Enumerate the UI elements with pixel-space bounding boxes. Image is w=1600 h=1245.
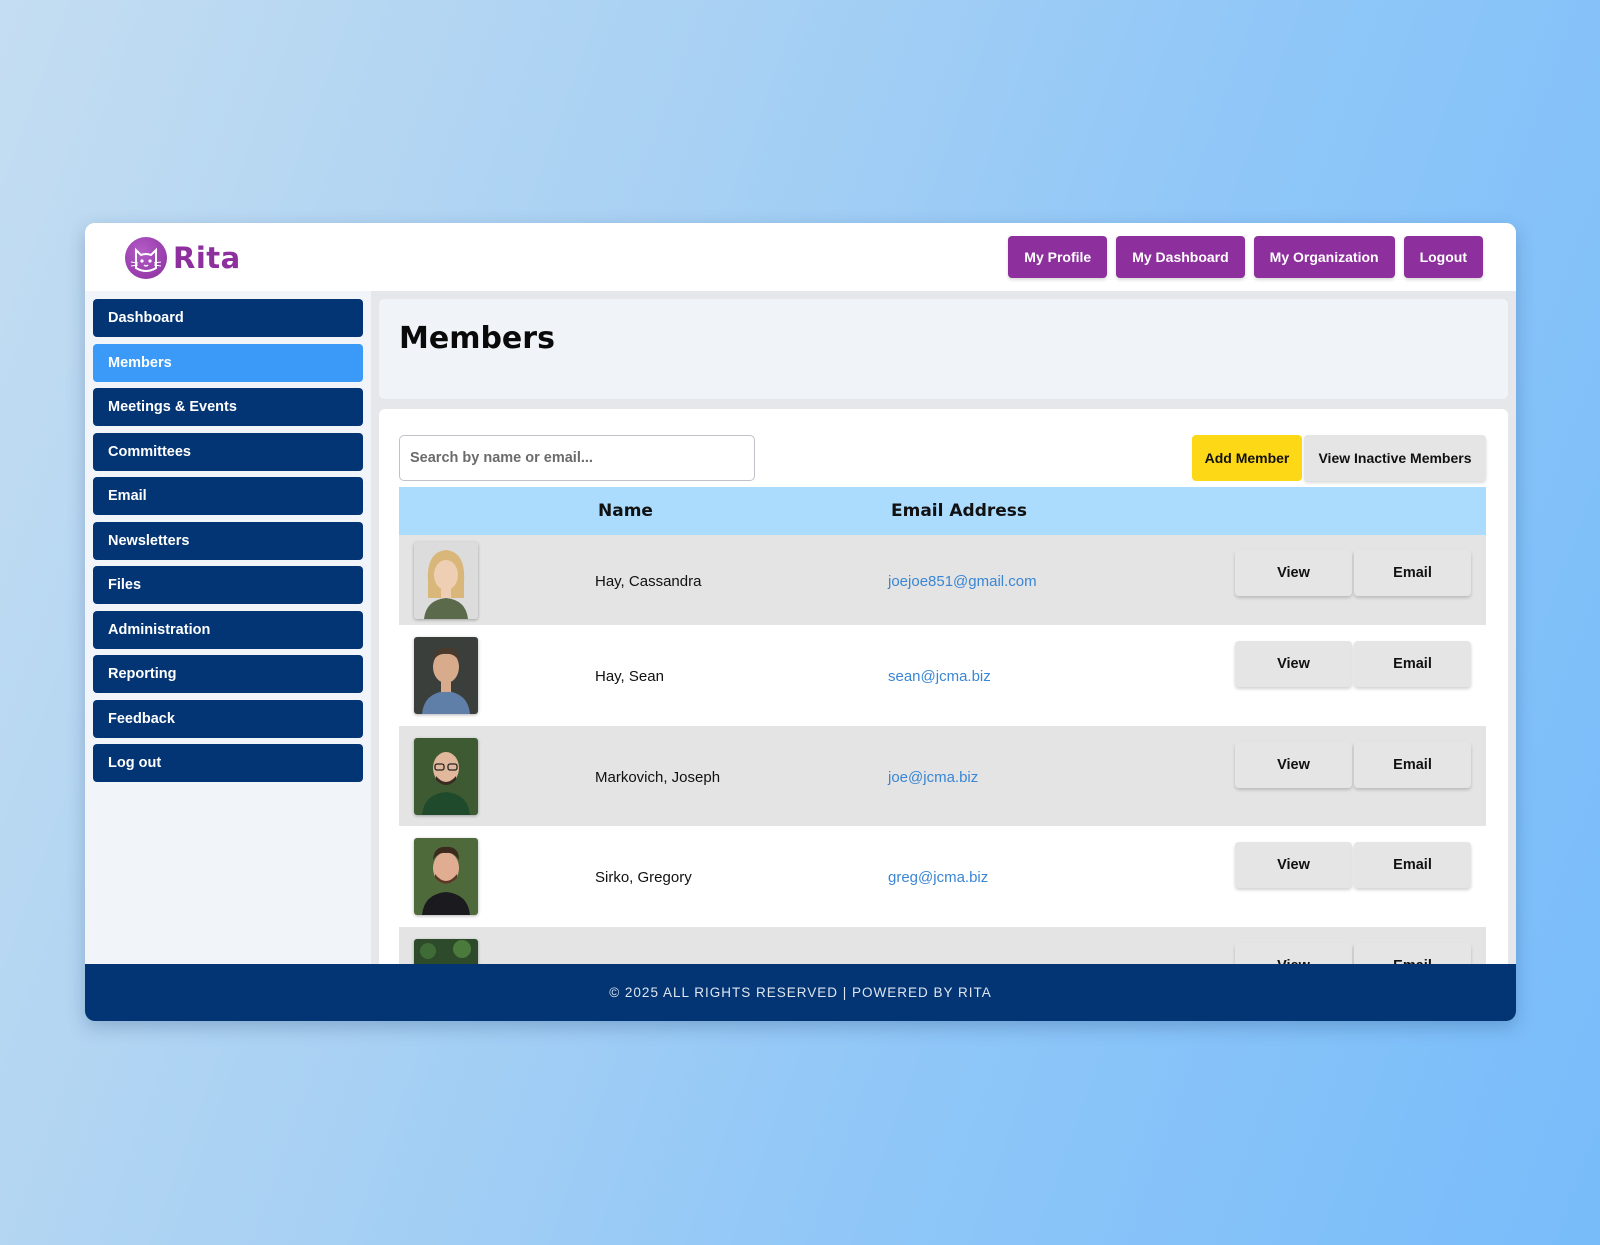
sidebar-item-files[interactable]: Files [93, 566, 363, 604]
view-button[interactable]: View [1235, 641, 1352, 687]
member-email-link[interactable]: joe@jcma.biz [888, 769, 978, 786]
sidebar-item-log-out[interactable]: Log out [93, 744, 363, 782]
sidebar-item-reporting[interactable]: Reporting [93, 655, 363, 693]
member-email-link[interactable]: joejoe851@gmail.com [888, 573, 1037, 590]
cat-logo-icon [125, 236, 167, 279]
table-row: Markovich, Joseph joe@jcma.biz View Emai… [399, 725, 1486, 826]
email-button[interactable]: Email [1354, 641, 1471, 687]
member-name: Hay, Cassandra [595, 573, 702, 590]
email-button[interactable]: Email [1354, 550, 1471, 596]
sidebar-item-administration[interactable]: Administration [93, 610, 363, 649]
search-input[interactable] [399, 435, 755, 481]
app-window: Rita My Profile My Dashboard My Organiza… [85, 223, 1516, 1021]
table-header: Name Email Address [399, 487, 1486, 535]
avatar [414, 838, 478, 915]
main-panel: Members Add Member View Inactive Members… [379, 299, 1508, 969]
content-area: Dashboard Members Meetings & Events Comm… [85, 291, 1516, 969]
table-row: Hay, Cassandra joejoe851@gmail.com View … [399, 535, 1486, 625]
sidebar: Dashboard Members Meetings & Events Comm… [85, 291, 371, 964]
brand-name: Rita [173, 240, 241, 275]
page-header-card: Members [379, 299, 1508, 399]
add-member-button[interactable]: Add Member [1192, 435, 1302, 481]
sidebar-item-meetings-events[interactable]: Meetings & Events [93, 388, 363, 426]
avatar [414, 737, 478, 815]
footer-text: © 2025 ALL RIGHTS RESERVED | POWERED BY … [609, 985, 992, 1000]
column-header-name: Name [598, 501, 653, 521]
top-bar: Rita My Profile My Dashboard My Organiza… [85, 223, 1516, 291]
sidebar-item-committees[interactable]: Committees [93, 432, 363, 471]
member-name: Markovich, Joseph [595, 768, 721, 786]
member-email-link[interactable]: sean@jcma.biz [888, 668, 991, 685]
sidebar-item-members[interactable]: Members [93, 343, 363, 382]
members-table-body: Hay, Cassandra joejoe851@gmail.com View … [399, 535, 1486, 969]
sidebar-item-email[interactable]: Email [93, 477, 363, 515]
logout-button[interactable]: Logout [1403, 236, 1483, 278]
avatar [414, 637, 478, 714]
member-name: Sirko, Gregory [595, 869, 692, 886]
view-inactive-members-button[interactable]: View Inactive Members [1304, 435, 1486, 481]
sidebar-item-feedback[interactable]: Feedback [93, 699, 363, 738]
column-header-email: Email Address [891, 501, 1028, 521]
table-row: View Email [399, 926, 1486, 969]
sidebar-item-newsletters[interactable]: Newsletters [93, 521, 363, 560]
view-button[interactable]: View [1235, 741, 1352, 788]
footer: © 2025 ALL RIGHTS RESERVED | POWERED BY … [85, 964, 1516, 1021]
sidebar-item-dashboard[interactable]: Dashboard [93, 299, 363, 337]
brand-logo[interactable]: Rita [125, 236, 241, 279]
table-row: Hay, Sean sean@jcma.biz View Email [399, 625, 1486, 726]
page-title: Members [399, 321, 555, 356]
my-organization-button[interactable]: My Organization [1253, 236, 1395, 278]
my-dashboard-button[interactable]: My Dashboard [1116, 236, 1245, 278]
avatar [414, 542, 478, 619]
member-email-link[interactable]: greg@jcma.biz [888, 869, 988, 886]
table-row: Sirko, Gregory greg@jcma.biz View Email [399, 826, 1486, 927]
top-nav: My Profile My Dashboard My Organization … [1008, 236, 1483, 278]
email-button[interactable]: Email [1354, 741, 1471, 788]
view-button[interactable]: View [1235, 550, 1352, 596]
member-name: Hay, Sean [595, 668, 664, 685]
members-card: Add Member View Inactive Members Name Em… [379, 409, 1508, 969]
email-button[interactable]: Email [1354, 842, 1471, 888]
view-button[interactable]: View [1235, 842, 1352, 888]
my-profile-button[interactable]: My Profile [1008, 236, 1108, 278]
